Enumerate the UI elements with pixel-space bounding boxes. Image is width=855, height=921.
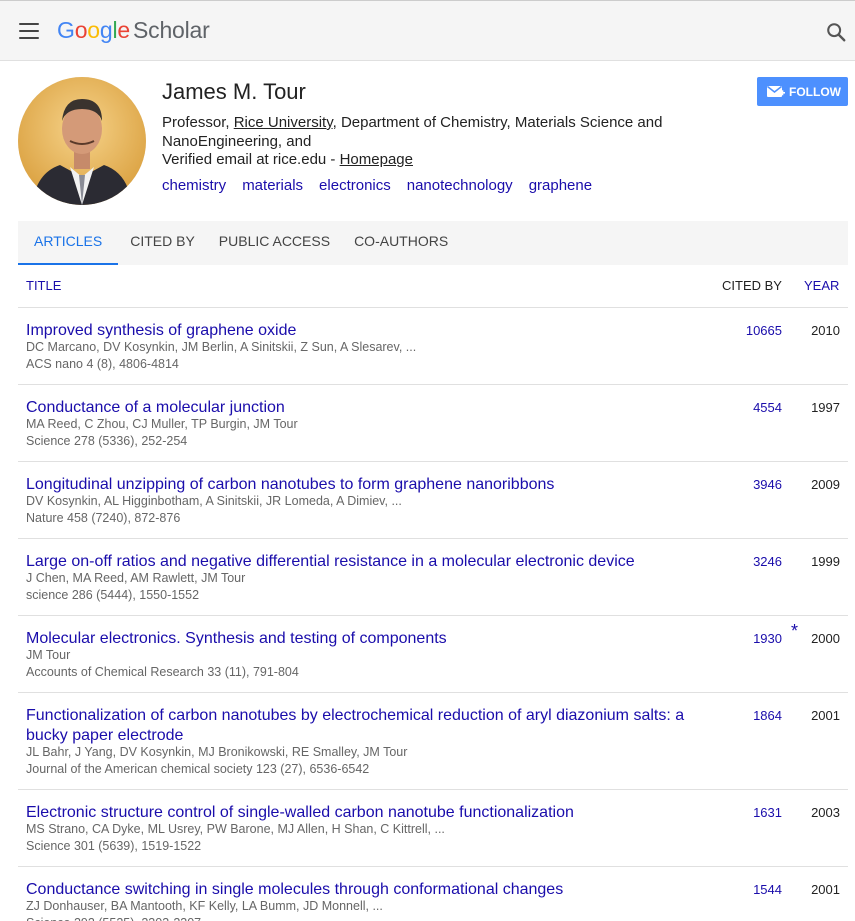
article-title[interactable]: Molecular electronics. Synthesis and tes… — [26, 629, 696, 649]
article-venue: Science 278 (5336), 252-254 — [26, 434, 188, 448]
articles-table-header: TITLE CITED BY YEAR — [18, 265, 848, 308]
article-authors: MS Strano, CA Dyke, ML Usrey, PW Barone,… — [26, 822, 445, 836]
article-venue: ACS nano 4 (8), 4806-4814 — [26, 357, 179, 371]
article-venue: Journal of the American chemical society… — [26, 762, 370, 776]
article-row: Conductance of a molecular junction MA Re… — [18, 385, 848, 462]
article-authors: DV Kosynkin, AL Higginbotham, A Sinitski… — [26, 494, 402, 508]
citation-count[interactable]: 10665 — [746, 323, 782, 338]
menu-icon[interactable] — [19, 23, 39, 39]
article-row: Conductance switching in single molecule… — [18, 867, 848, 921]
article-year: 1999 — [811, 554, 840, 569]
article-row: Longitudinal unzipping of carbon nanotub… — [18, 462, 848, 539]
interest-electronics[interactable]: electronics — [319, 177, 391, 194]
citation-count[interactable]: 1544 — [753, 882, 782, 897]
article-title[interactable]: Functionalization of carbon nanotubes by… — [26, 706, 696, 746]
article-row: Improved synthesis of graphene oxide DC M… — [18, 308, 848, 385]
article-authors: J Chen, MA Reed, AM Rawlett, JM Tour — [26, 571, 246, 585]
profile-tabs: ARTICLES CITED BY PUBLIC ACCESS CO-AUTHO… — [18, 221, 848, 265]
article-authors: JM Tour — [26, 648, 71, 662]
profile-affiliation: Professor, Rice University, Department o… — [162, 114, 663, 150]
article-year: 2009 — [811, 477, 840, 492]
follow-button[interactable]: FOLLOW — [757, 77, 848, 106]
article-row: Electronic structure control of single-w… — [18, 790, 848, 867]
google-scholar-logo[interactable]: Google Scholar — [57, 17, 210, 44]
article-venue: science 286 (5444), 1550-1552 — [26, 588, 200, 602]
article-row: Large on-off ratios and negative differe… — [18, 539, 848, 616]
merged-citations-star[interactable]: * — [791, 621, 798, 642]
interest-materials[interactable]: materials — [242, 177, 303, 194]
article-year: 2010 — [811, 323, 840, 338]
sort-title-header[interactable]: TITLE — [26, 278, 61, 293]
interest-nanotechnology[interactable]: nanotechnology — [407, 177, 513, 194]
article-year: 1997 — [811, 400, 840, 415]
article-title[interactable]: Conductance switching in single molecule… — [26, 880, 696, 900]
interest-graphene[interactable]: graphene — [529, 177, 592, 194]
article-authors: MA Reed, C Zhou, CJ Muller, TP Burgin, J… — [26, 417, 298, 431]
tab-public-access[interactable]: PUBLIC ACCESS — [207, 221, 342, 265]
article-year: 2001 — [811, 708, 840, 723]
tab-co-authors[interactable]: CO-AUTHORS — [342, 221, 460, 265]
article-venue: Nature 458 (7240), 872-876 — [26, 511, 181, 525]
cited-by-header: CITED BY — [722, 278, 782, 293]
article-authors: ZJ Donhauser, BA Mantooth, KF Kelly, LA … — [26, 899, 383, 913]
article-title[interactable]: Longitudinal unzipping of carbon nanotub… — [26, 475, 696, 495]
profile-photo — [18, 77, 146, 205]
article-title[interactable]: Electronic structure control of single-w… — [26, 803, 696, 823]
research-interests: chemistry materials electronics nanotechnol… — [162, 177, 608, 194]
tab-articles[interactable]: ARTICLES — [18, 221, 119, 265]
interest-chemistry[interactable]: chemistry — [162, 177, 226, 194]
profile-name: James M. Tour — [162, 79, 306, 104]
article-year: 2000 — [811, 631, 840, 646]
citation-count[interactable]: 3246 — [753, 554, 782, 569]
top-bar: Google Scholar — [0, 0, 855, 61]
article-venue: Science 301 (5639), 1519-1522 — [26, 839, 202, 853]
citation-count[interactable]: 4554 — [753, 400, 782, 415]
citation-count[interactable]: 1930 — [753, 631, 782, 646]
article-row: Functionalization of carbon nanotubes by… — [18, 693, 848, 790]
profile-email: Verified email at rice.edu - Homepage — [162, 151, 413, 168]
citation-count[interactable]: 1631 — [753, 805, 782, 820]
search-icon[interactable] — [825, 21, 847, 43]
tab-cited-by[interactable]: CITED BY — [118, 221, 207, 265]
article-authors: JL Bahr, J Yang, DV Kosynkin, MJ Broniko… — [26, 745, 408, 759]
article-authors: DC Marcano, DV Kosynkin, JM Berlin, A Si… — [26, 340, 417, 354]
citation-count[interactable]: 3946 — [753, 477, 782, 492]
article-title[interactable]: Large on-off ratios and negative differe… — [26, 552, 696, 572]
article-venue: Accounts of Chemical Research 33 (11), 7… — [26, 665, 299, 679]
sort-year-header[interactable]: YEAR — [804, 278, 839, 293]
affiliation-link[interactable]: Rice University — [234, 114, 333, 131]
article-title[interactable]: Improved synthesis of graphene oxide — [26, 321, 696, 341]
mail-plus-icon — [767, 85, 785, 97]
article-year: 2003 — [811, 805, 840, 820]
article-venue: Science 292 (5525), 2303-2307 — [26, 916, 201, 921]
article-title[interactable]: Conductance of a molecular junction — [26, 398, 696, 418]
article-year: 2001 — [811, 882, 840, 897]
article-row: Molecular electronics. Synthesis and tes… — [18, 616, 848, 693]
citation-count[interactable]: 1864 — [753, 708, 782, 723]
homepage-link[interactable]: Homepage — [340, 151, 413, 168]
